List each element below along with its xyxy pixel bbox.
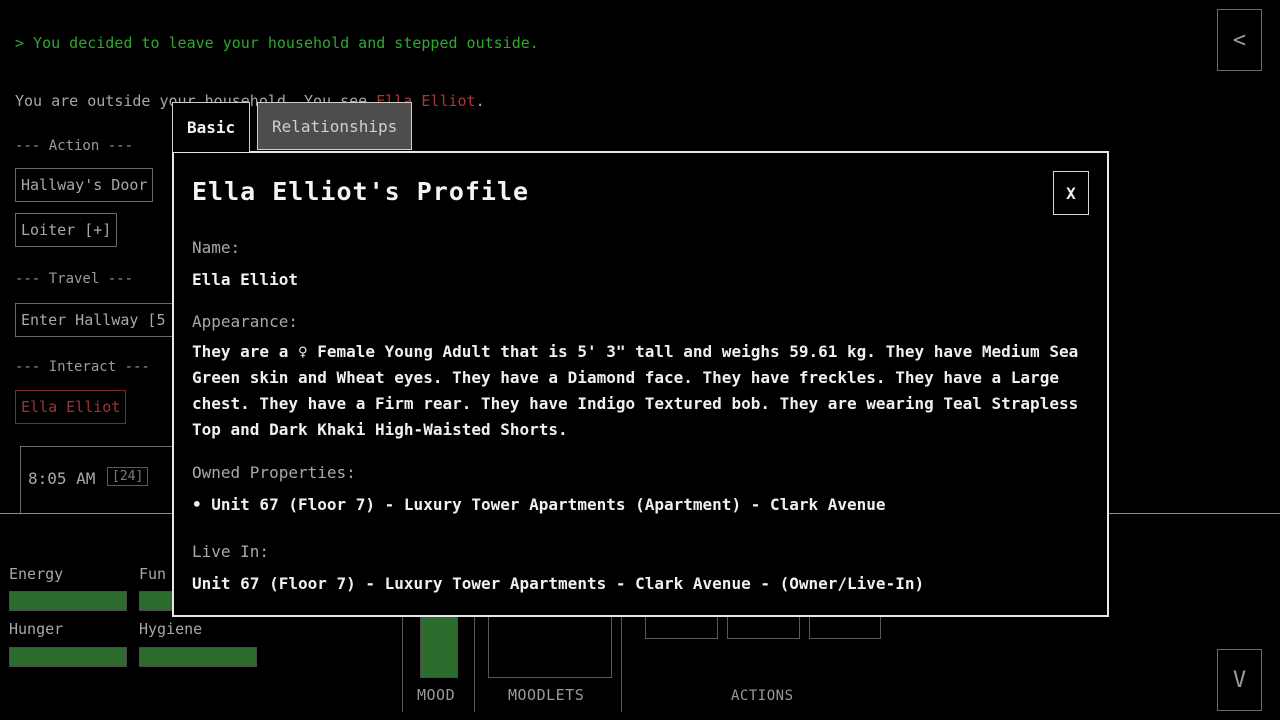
stat-hunger-label: Hunger	[9, 620, 64, 638]
stat-hygiene-label: Hygiene	[139, 620, 203, 638]
close-icon: X	[1066, 183, 1076, 203]
close-button[interactable]: X	[1053, 171, 1089, 215]
tab-basic[interactable]: Basic	[172, 102, 251, 152]
moodlets-box	[488, 617, 612, 678]
bottom-divider-3	[621, 615, 622, 712]
profile-modal: Ella Elliot's Profile X Name: Ella Ellio…	[172, 151, 1109, 617]
modal-title: Ella Elliot's Profile	[192, 177, 530, 206]
mood-label: MOOD	[417, 686, 456, 704]
live-in-label: Live In:	[192, 542, 270, 561]
back-button[interactable]: <	[1217, 9, 1262, 71]
chevron-down-icon: V	[1232, 667, 1247, 693]
bottom-divider-2	[474, 615, 475, 712]
loiter-button[interactable]: Loiter [+]	[15, 213, 118, 247]
stat-energy-label: Energy	[9, 565, 64, 583]
live-in-value: Unit 67 (Floor 7) - Luxury Tower Apartme…	[192, 574, 925, 593]
actions-label: ACTIONS	[731, 688, 794, 704]
stat-fun-label: Fun	[139, 565, 167, 583]
tab-relationships[interactable]: Relationships	[257, 102, 413, 150]
appearance-label: Appearance:	[192, 312, 298, 331]
stat-hygiene-bar	[139, 647, 257, 667]
log-line-2-suffix: .	[475, 92, 485, 110]
log-line-1: > You decided to leave your household an…	[15, 34, 539, 52]
bottom-divider-1	[402, 615, 403, 712]
section-action: --- Action ---	[15, 138, 134, 154]
moodlets-label: MOODLETS	[508, 686, 585, 704]
clock-time: 8:05 AM	[28, 469, 96, 488]
name-label: Name:	[192, 238, 241, 257]
stat-hunger-bar	[9, 647, 127, 667]
clock-24h-toggle[interactable]: [24]	[107, 467, 149, 486]
owned-properties-label: Owned Properties:	[192, 463, 356, 482]
name-value: Ella Elliot	[192, 270, 298, 289]
section-interact: --- Interact ---	[15, 359, 150, 375]
action-slot-3[interactable]	[809, 617, 881, 639]
enter-hallway-button[interactable]: Enter Hallway [5	[15, 303, 175, 337]
owned-property-item: • Unit 67 (Floor 7) - Luxury Tower Apart…	[192, 495, 886, 514]
interact-ella-elliot-button[interactable]: Ella Elliot	[15, 390, 127, 424]
action-slot-2[interactable]	[727, 617, 800, 639]
hallway-door-button[interactable]: Hallway's Door	[15, 168, 154, 202]
action-slot-1[interactable]	[645, 617, 718, 639]
stat-energy-bar	[9, 591, 127, 611]
mood-meter	[420, 617, 458, 678]
collapse-button[interactable]: V	[1217, 649, 1262, 711]
section-travel: --- Travel ---	[15, 271, 134, 287]
chevron-left-icon: <	[1232, 27, 1247, 53]
appearance-value: They are a ♀ Female Young Adult that is …	[192, 342, 1079, 439]
